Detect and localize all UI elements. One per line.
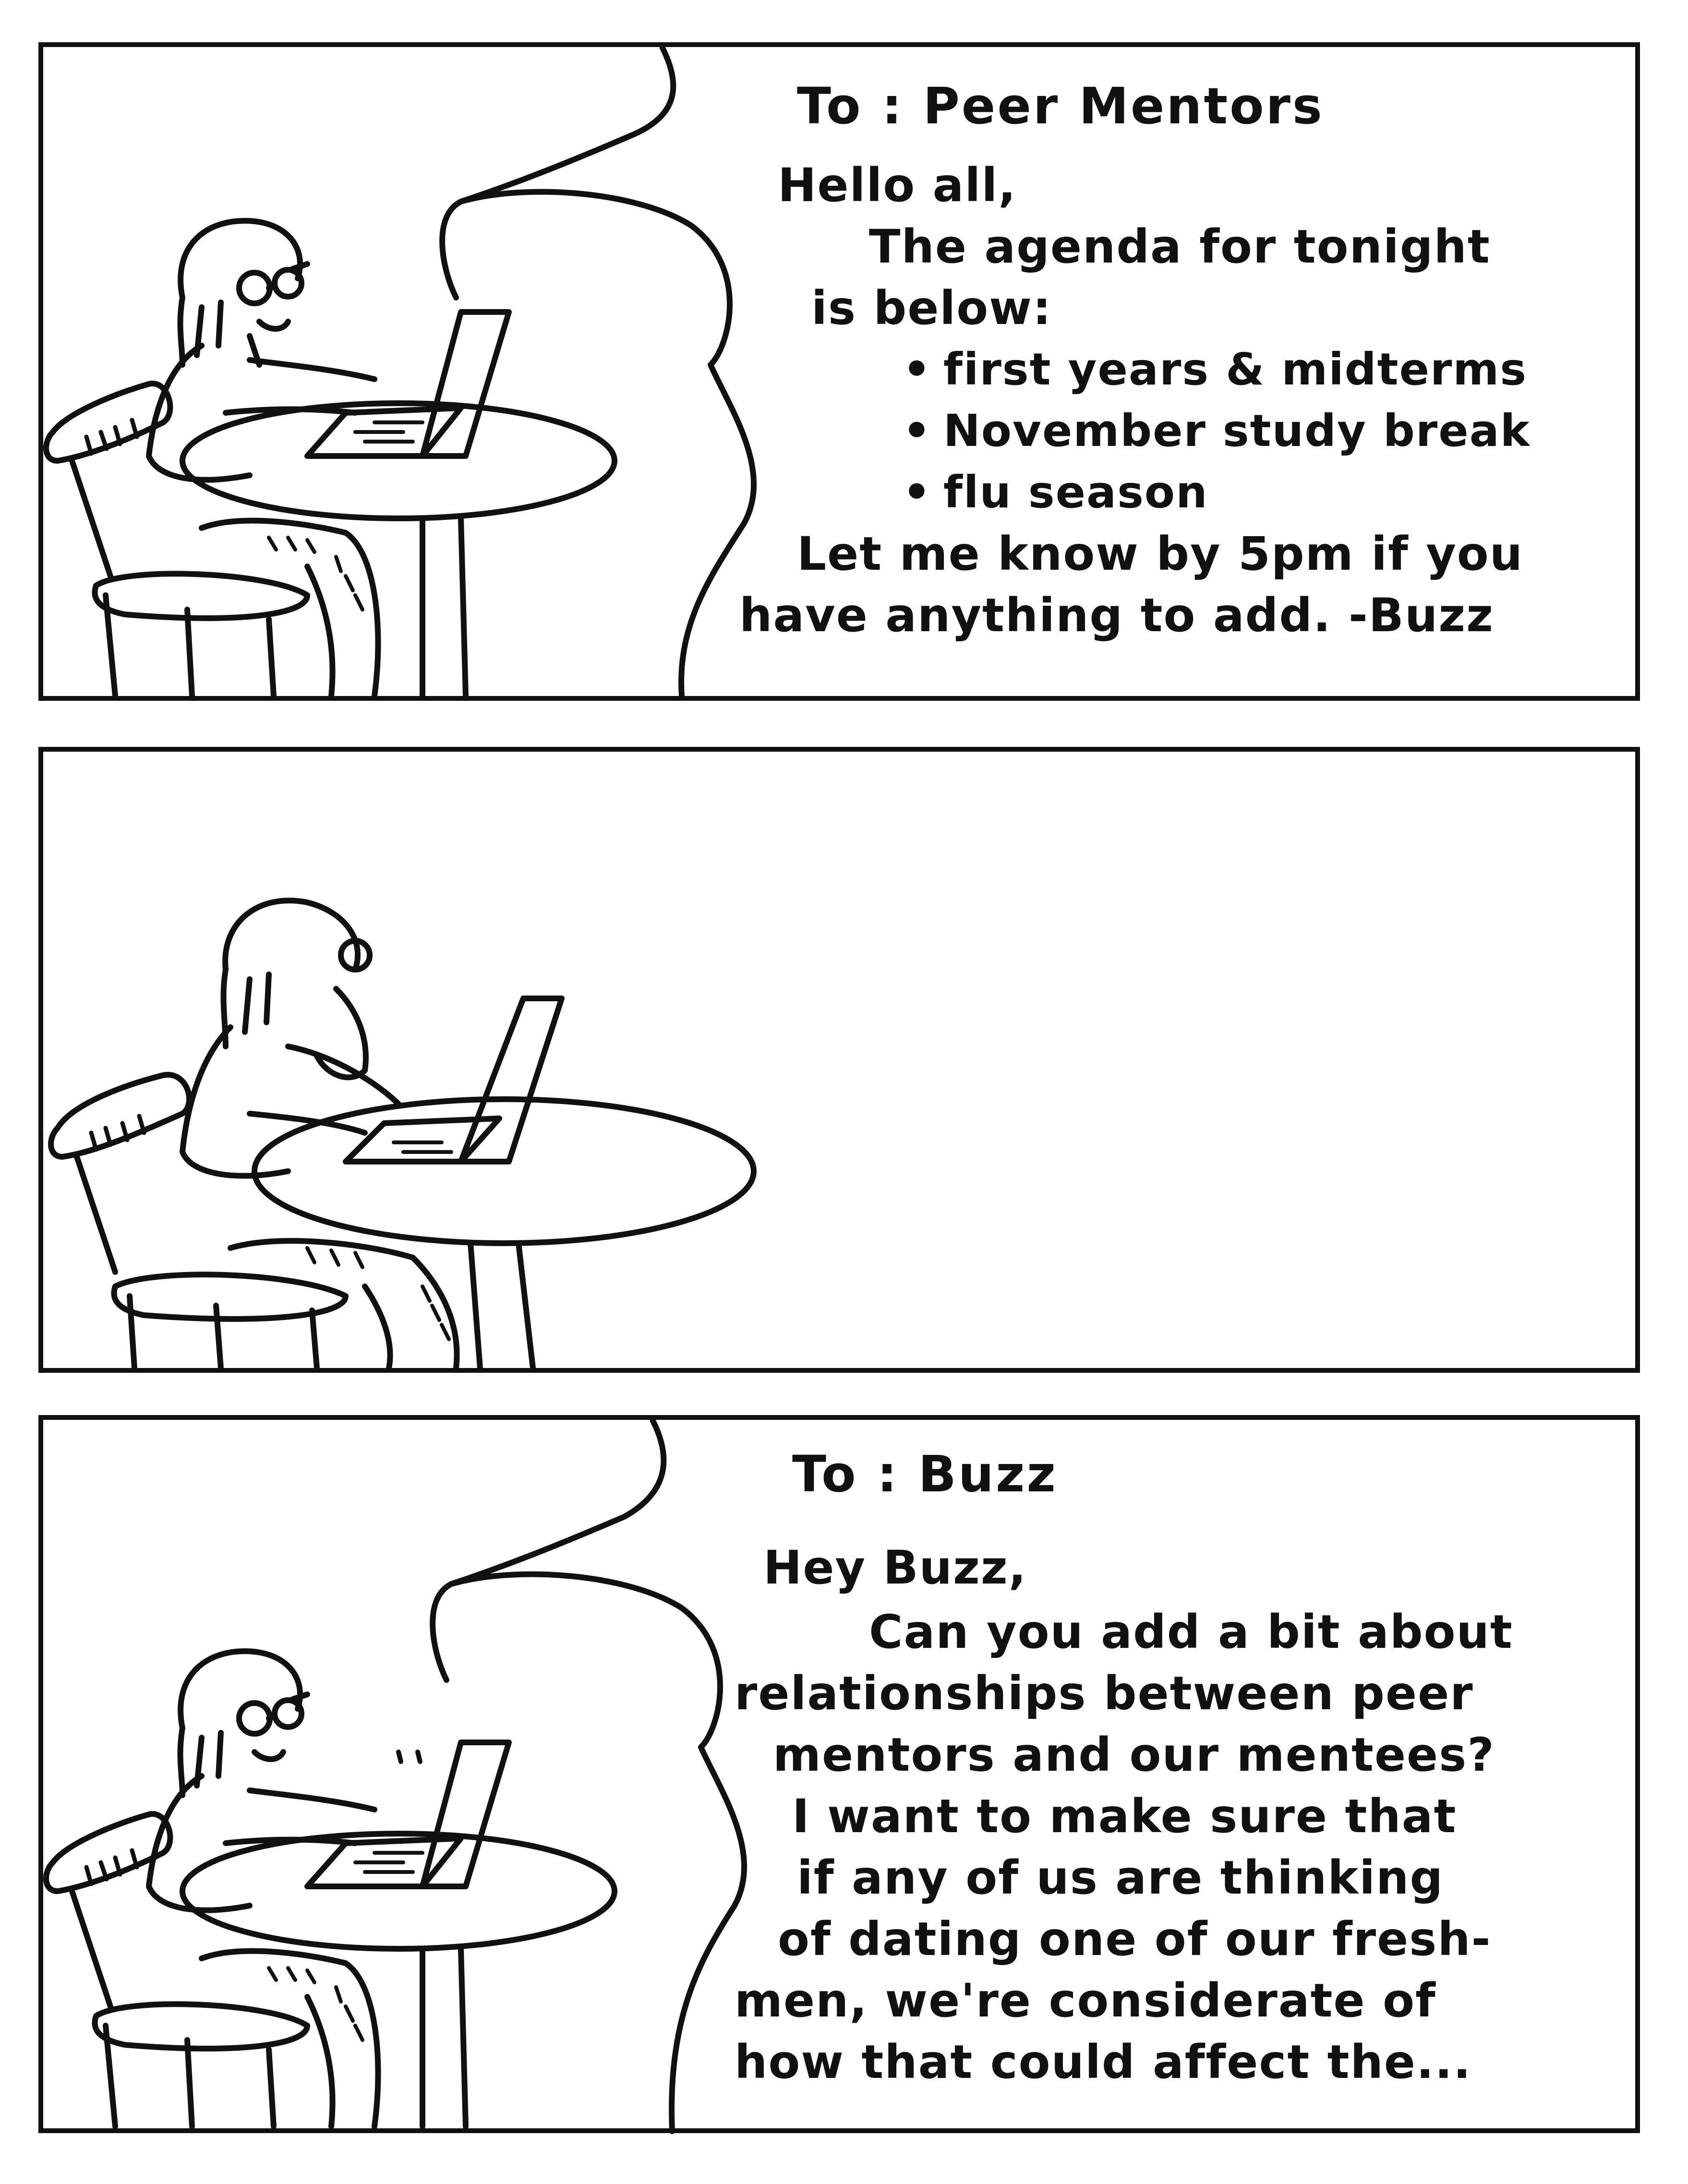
laptop-2: [343, 996, 565, 1164]
email-greeting: Hey Buzz,: [763, 1541, 1027, 1595]
panel-3-email: To : Buzz Hey Buzz, Can you add a bit ab…: [735, 1445, 1637, 2093]
chair-seat-1: [92, 571, 310, 621]
glasses-3b: [272, 1697, 304, 1730]
email-closing-line: have anything to add. -Buzz: [739, 588, 1495, 642]
panel-1-email: To : Peer Mentors Hello all, The agenda …: [739, 77, 1632, 646]
email-body-line: Can you add a bit about: [869, 1605, 1513, 1659]
person-hair-2: [220, 898, 361, 1049]
agenda-bullet-item: flu season: [903, 462, 1632, 523]
chair-seat-3: [92, 2001, 310, 2052]
email-body-line: mentors and our mentees?: [773, 1728, 1495, 1782]
email-intro-line: The agenda for tonight: [869, 220, 1491, 274]
email-recipient-line: To : Peer Mentors: [797, 77, 1324, 135]
panel-2-scene: [48, 898, 757, 1371]
comic-page: To : Peer Mentors Hello all, The agenda …: [0, 0, 1688, 2184]
panel-1-scene: [43, 45, 757, 699]
chair-back-2: [48, 1072, 193, 1160]
email-body-line: if any of us are thinking: [797, 1851, 1444, 1905]
email-intro-line: is below:: [811, 281, 1052, 335]
email-body-line: relationships between peer: [735, 1667, 1474, 1720]
table-top-2: [252, 1096, 757, 1246]
email-body-line: how that could affect the...: [735, 2035, 1472, 2089]
glasses-1a: [236, 270, 273, 306]
agenda-bullet-item: November study break: [903, 400, 1632, 462]
laptop-3: [304, 1740, 512, 1889]
email-greeting: Hello all,: [778, 158, 1017, 212]
glasses-3a: [236, 1700, 273, 1737]
chair-seat-2: [111, 1272, 349, 1322]
laptop-1: [304, 309, 512, 459]
panel-3-scene: [43, 1418, 747, 2134]
email-closing-line: Let me know by 5pm if you: [797, 527, 1524, 581]
email-body-line: of dating one of our fresh-: [778, 1912, 1492, 1966]
email-body-line: men, we're considerate of: [735, 1974, 1436, 2028]
email-recipient-line: To : Buzz: [792, 1445, 1058, 1503]
email-body-line: I want to make sure that: [792, 1789, 1457, 1843]
thought-bubble-3: [430, 1418, 747, 2134]
agenda-bullet-item: first years & midterms: [903, 339, 1632, 400]
glasses-1b: [272, 267, 304, 300]
